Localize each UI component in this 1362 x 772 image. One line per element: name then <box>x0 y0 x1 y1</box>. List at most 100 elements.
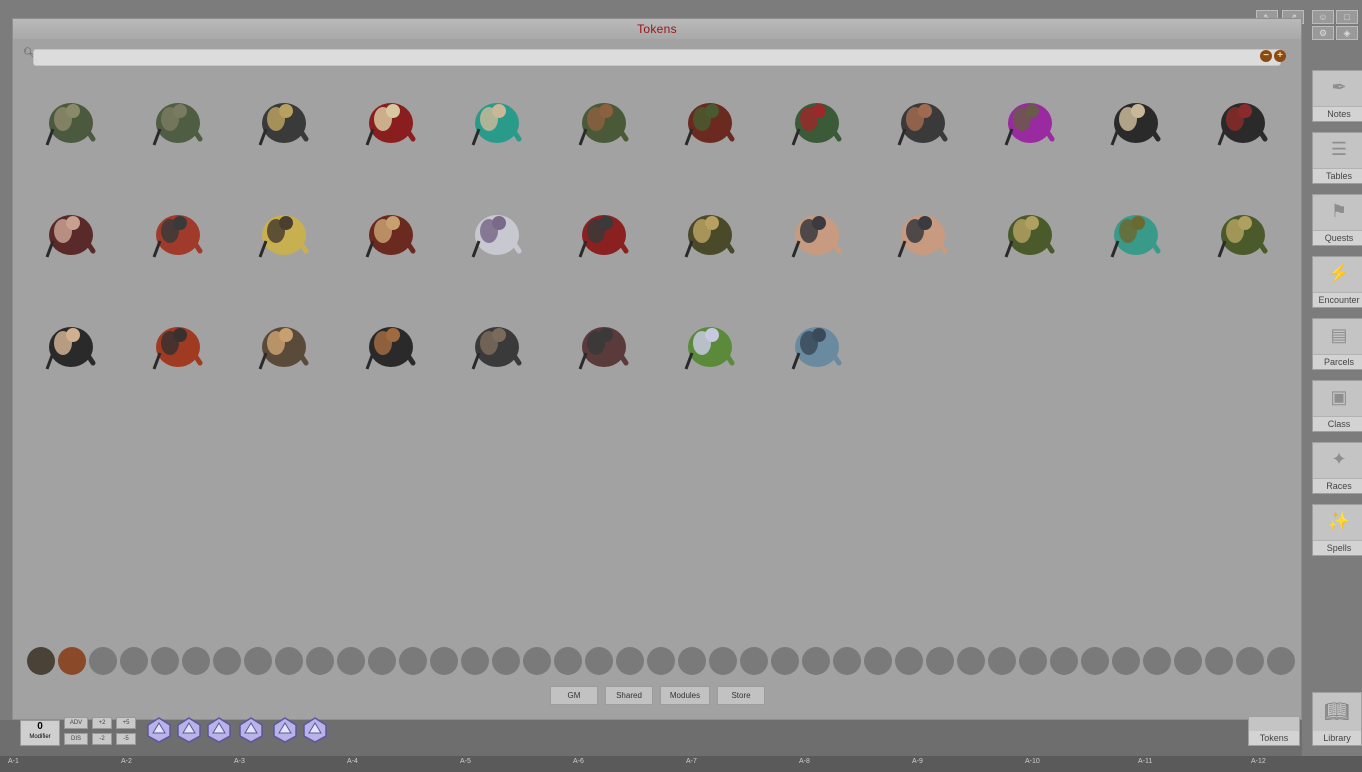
token-item[interactable] <box>1104 89 1168 153</box>
d8-die-icon[interactable] <box>238 716 264 744</box>
token-slot-empty[interactable] <box>523 647 551 675</box>
modifier-box[interactable]: 0 Modifier <box>20 720 60 746</box>
token-slot-empty[interactable] <box>926 647 954 675</box>
plus5-button[interactable]: +5 <box>116 717 136 729</box>
token-slot-empty[interactable] <box>678 647 706 675</box>
token-item[interactable] <box>1211 89 1275 153</box>
sidebar-item-spells[interactable]: ✨ Spells <box>1312 504 1362 556</box>
sidebar-item-encounter[interactable]: ⚡ Encounter <box>1312 256 1362 308</box>
token-item[interactable] <box>785 201 849 265</box>
token-item[interactable] <box>678 89 742 153</box>
d6-die-icon[interactable] <box>272 716 298 744</box>
token-slot-empty[interactable] <box>957 647 985 675</box>
token-slot-empty[interactable] <box>988 647 1016 675</box>
token-item[interactable] <box>891 201 955 265</box>
minus2-button[interactable]: -2 <box>92 733 112 745</box>
token-slot-empty[interactable] <box>182 647 210 675</box>
token-item[interactable] <box>891 89 955 153</box>
token-item[interactable] <box>359 313 423 377</box>
token-slot-empty[interactable] <box>492 647 520 675</box>
token-slot-empty[interactable] <box>151 647 179 675</box>
token-slot-empty[interactable] <box>1112 647 1140 675</box>
token-slot-filled[interactable] <box>27 647 55 675</box>
token-slot-empty[interactable] <box>306 647 334 675</box>
token-slot-empty[interactable] <box>1050 647 1078 675</box>
token-item[interactable] <box>465 89 529 153</box>
token-slot-empty[interactable] <box>895 647 923 675</box>
token-slot-filled[interactable] <box>58 647 86 675</box>
token-slot-empty[interactable] <box>275 647 303 675</box>
token-slot-empty[interactable] <box>833 647 861 675</box>
token-item[interactable] <box>785 313 849 377</box>
token-item[interactable] <box>1211 201 1275 265</box>
token-item[interactable] <box>1104 201 1168 265</box>
token-slot-empty[interactable] <box>399 647 427 675</box>
library-button[interactable]: 📖︎ Library <box>1312 692 1362 746</box>
token-item[interactable] <box>252 201 316 265</box>
token-slot-empty[interactable] <box>647 647 675 675</box>
token-item[interactable] <box>39 89 103 153</box>
minus5-button[interactable]: -5 <box>116 733 136 745</box>
token-slot-empty[interactable] <box>120 647 148 675</box>
tab-shared[interactable]: Shared <box>605 686 653 705</box>
token-slot-empty[interactable] <box>740 647 768 675</box>
token-slot-empty[interactable] <box>89 647 117 675</box>
token-item[interactable] <box>465 201 529 265</box>
token-slot-empty[interactable] <box>1267 647 1295 675</box>
token-slot-empty[interactable] <box>771 647 799 675</box>
token-item[interactable] <box>678 201 742 265</box>
token-slot-empty[interactable] <box>864 647 892 675</box>
plus2-button[interactable]: +2 <box>92 717 112 729</box>
sidebar-item-parcels[interactable]: ▤ Parcels <box>1312 318 1362 370</box>
token-item[interactable] <box>572 201 636 265</box>
token-slot-empty[interactable] <box>213 647 241 675</box>
token-slot-empty[interactable] <box>337 647 365 675</box>
token-item[interactable] <box>359 89 423 153</box>
token-slot-empty[interactable] <box>802 647 830 675</box>
token-slot-empty[interactable] <box>368 647 396 675</box>
tab-gm[interactable]: GM <box>550 686 598 705</box>
token-item[interactable] <box>572 313 636 377</box>
token-slot-empty[interactable] <box>1205 647 1233 675</box>
token-item[interactable] <box>146 201 210 265</box>
token-item[interactable] <box>678 313 742 377</box>
token-item[interactable] <box>465 313 529 377</box>
token-slot-empty[interactable] <box>1236 647 1264 675</box>
token-slot-empty[interactable] <box>461 647 489 675</box>
token-slot-empty[interactable] <box>616 647 644 675</box>
token-slot-empty[interactable] <box>1081 647 1109 675</box>
token-slot-empty[interactable] <box>1019 647 1047 675</box>
tab-modules[interactable]: Modules <box>660 686 710 705</box>
sidebar-item-tables[interactable]: ☰ Tables <box>1312 132 1362 184</box>
token-item[interactable] <box>572 89 636 153</box>
token-item[interactable] <box>252 313 316 377</box>
adv-button[interactable]: ADV <box>64 717 88 729</box>
token-slot-empty[interactable] <box>585 647 613 675</box>
sidebar-item-races[interactable]: ✦ Races <box>1312 442 1362 494</box>
d20-die-icon[interactable] <box>146 716 172 744</box>
token-item[interactable] <box>252 89 316 153</box>
token-slot-empty[interactable] <box>1143 647 1171 675</box>
token-slot-empty[interactable] <box>709 647 737 675</box>
token-item[interactable] <box>359 201 423 265</box>
dis-button[interactable]: DIS <box>64 733 88 745</box>
token-slot-empty[interactable] <box>244 647 272 675</box>
token-slot-empty[interactable] <box>554 647 582 675</box>
token-item[interactable] <box>998 201 1062 265</box>
search-input[interactable] <box>33 49 1281 66</box>
token-slot-empty[interactable] <box>430 647 458 675</box>
tokens-tab[interactable]: Tokens <box>1248 716 1300 746</box>
sidebar-item-class[interactable]: ▣ Class <box>1312 380 1362 432</box>
token-item[interactable] <box>146 89 210 153</box>
sidebar-item-notes[interactable]: ✒ Notes <box>1312 70 1362 122</box>
token-item[interactable] <box>146 313 210 377</box>
token-slot-empty[interactable] <box>1174 647 1202 675</box>
token-item[interactable] <box>998 89 1062 153</box>
add-icon[interactable]: + <box>1274 50 1286 62</box>
d4-die-icon[interactable] <box>302 716 328 744</box>
token-item[interactable] <box>785 89 849 153</box>
d12-die-icon[interactable] <box>176 716 202 744</box>
d10-die-icon[interactable] <box>206 716 232 744</box>
sidebar-item-quests[interactable]: ⚑ Quests <box>1312 194 1362 246</box>
token-item[interactable] <box>39 313 103 377</box>
